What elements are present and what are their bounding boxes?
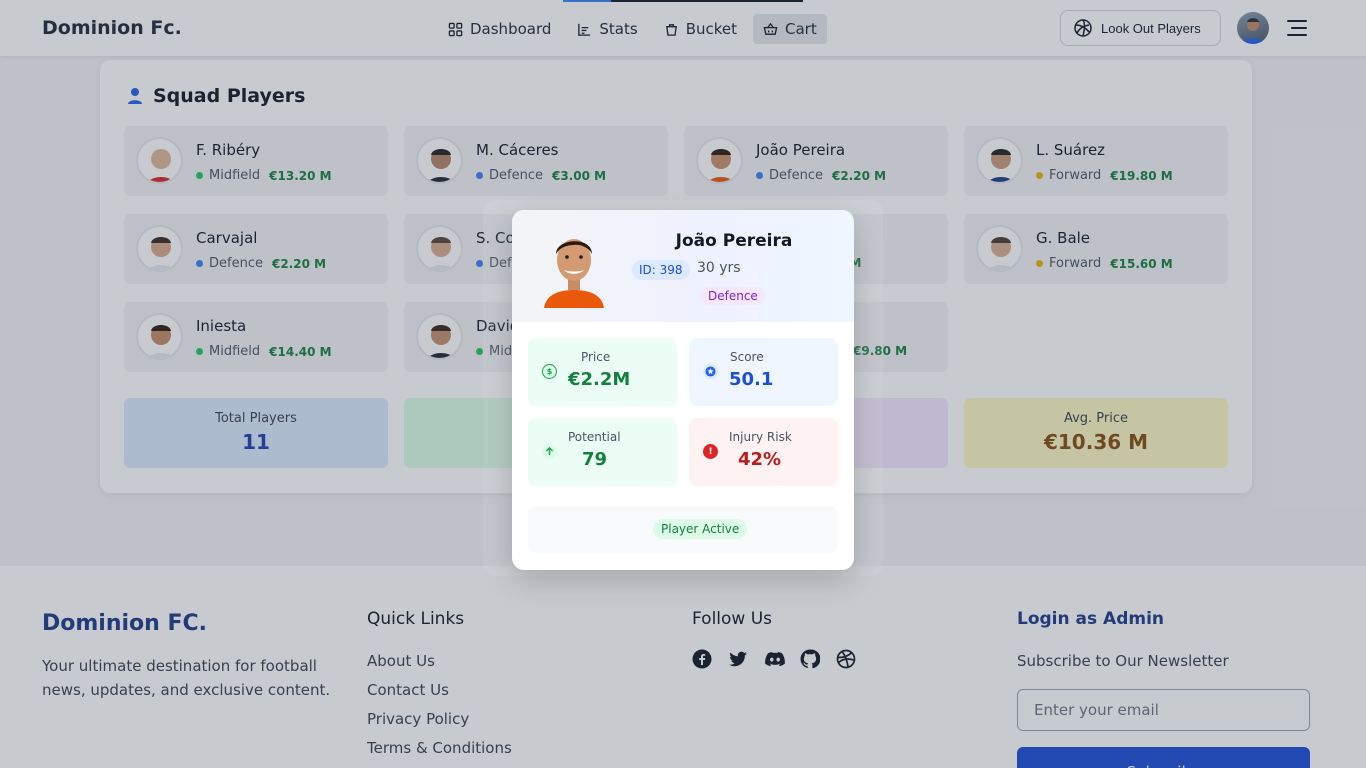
injury-risk-label: Injury Risk: [729, 430, 792, 444]
arrow-up-icon: [542, 444, 557, 459]
status-bar: Player Active: [528, 506, 838, 553]
player-position-badge: Defence: [700, 287, 766, 305]
price-tile: $ Price €2.2M: [528, 338, 677, 406]
price-value: €2.2M: [568, 369, 631, 390]
injury-risk-tile: ! Injury Risk 42%: [689, 418, 838, 486]
player-status-badge: Player Active: [653, 519, 748, 539]
modal-player-name: João Pereira: [675, 231, 793, 251]
score-label: Score: [730, 350, 764, 364]
dollar-icon: $: [542, 364, 557, 379]
score-value: 50.1: [729, 369, 774, 390]
potential-label: Potential: [568, 430, 621, 444]
player-detail-modal: João Pereira ID: 398 30 yrs Defence $ Pr…: [512, 210, 854, 570]
potential-value: 79: [582, 449, 608, 470]
potential-tile: Potential 79: [528, 418, 677, 486]
score-tile: Score 50.1: [689, 338, 838, 406]
modal-header: João Pereira ID: 398 30 yrs Defence: [512, 210, 854, 322]
injury-risk-value: 42%: [738, 449, 782, 470]
player-id-badge: ID: 398: [632, 260, 690, 280]
alert-icon: !: [703, 444, 718, 459]
star-icon: [703, 364, 718, 379]
player-age: 30 yrs: [697, 260, 741, 276]
price-label: Price: [581, 350, 611, 364]
